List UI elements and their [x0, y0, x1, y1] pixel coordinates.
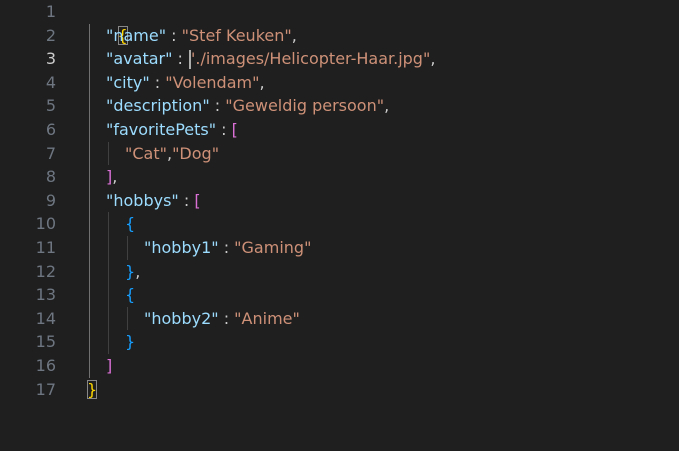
json-string: "Anime"	[234, 308, 300, 328]
code-line-8: ],	[106, 165, 117, 189]
json-key: "name"	[106, 25, 167, 45]
json-string: "Dog"	[172, 143, 220, 163]
open-brace: {	[125, 214, 136, 234]
code-line-15: }	[125, 330, 135, 354]
comma: ,	[135, 261, 141, 281]
separator: :	[178, 190, 195, 210]
json-string: "Cat"	[125, 143, 167, 163]
code-line-12: },	[125, 260, 140, 284]
indent-guide	[127, 306, 128, 331]
code-line-11: "hobby1" : "Gaming"	[144, 236, 311, 260]
code-line-7: "Cat","Dog"	[125, 142, 219, 166]
open-bracket: [	[194, 190, 201, 210]
close-brace: }	[87, 379, 98, 399]
json-string: "Stef Keuken"	[181, 25, 292, 45]
separator: :	[218, 308, 235, 328]
json-key: "city"	[106, 72, 150, 92]
code-line-9: "hobbys" : [	[106, 189, 201, 213]
json-key: "hobby2"	[144, 308, 219, 328]
json-key: "description"	[106, 96, 210, 116]
comma: ,	[291, 25, 297, 45]
close-brace: }	[125, 261, 136, 281]
code-line-10: {	[125, 212, 135, 236]
json-string: "Volendam"	[165, 72, 260, 92]
code-line-4: "city" : "Volendam",	[106, 71, 265, 95]
code-text-area[interactable]: { "name" : "Stef Keuken", "avatar" : "./…	[0, 0, 679, 451]
comma: ,	[430, 49, 436, 69]
open-bracket: [	[231, 120, 238, 139]
code-editor[interactable]: 1 2 3 4 5 6 7 8 9 10 11 12 13 14 15 16 1…	[0, 0, 679, 451]
code-line-16: ]	[106, 354, 112, 378]
indent-guide	[108, 212, 109, 354]
separator: :	[149, 72, 166, 92]
indent-guide	[89, 23, 90, 378]
code-line-3: "avatar" : "./images/Helicopter-Haar.jpg…	[106, 47, 435, 71]
json-string: "Geweldig persoon"	[225, 96, 385, 116]
json-string-rest: ./images/Helicopter-Haar.jpg"	[195, 49, 431, 69]
code-line-17: }	[87, 378, 98, 402]
json-key: "hobbys"	[106, 190, 179, 210]
json-string: "Gaming"	[234, 238, 312, 257]
close-brace: }	[125, 332, 136, 352]
separator: :	[172, 49, 189, 69]
open-brace: {	[125, 285, 136, 305]
separator: :	[216, 120, 232, 139]
code-line-6: "favoritePets" : [	[106, 118, 238, 142]
json-key: "avatar"	[106, 49, 173, 69]
json-key: "favoritePets"	[106, 120, 217, 139]
indent-guide	[108, 141, 109, 166]
code-line-1: {	[87, 0, 128, 45]
separator: :	[166, 25, 182, 45]
indent-guide	[127, 236, 128, 260]
comma: ,	[112, 167, 118, 187]
comma: ,	[384, 96, 390, 116]
comma: ,	[259, 72, 265, 92]
code-line-13: {	[125, 283, 135, 307]
code-line-2: "name" : "Stef Keuken",	[106, 24, 297, 48]
close-bracket: ]	[106, 356, 113, 375]
code-line-14: "hobby2" : "Anime"	[144, 307, 300, 331]
json-key: "hobby1"	[144, 238, 219, 257]
text-cursor	[189, 49, 191, 69]
separator: :	[209, 96, 226, 116]
code-line-5: "description" : "Geweldig persoon",	[106, 94, 389, 118]
separator: :	[218, 238, 235, 257]
